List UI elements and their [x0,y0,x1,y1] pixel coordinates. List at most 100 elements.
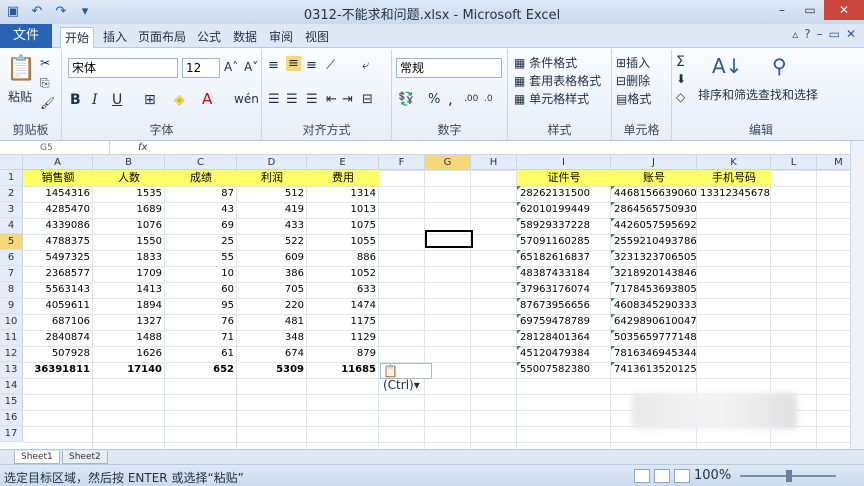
page-layout-view-icon[interactable] [654,469,670,483]
account-cell[interactable]: 2864565750930 [611,202,697,218]
row-header-15[interactable]: 15 [0,394,23,410]
data-cell[interactable]: 886 [307,250,379,266]
header-cell-k[interactable]: 手机号码 [697,170,771,186]
col-header-i[interactable]: I [517,155,611,170]
account-cell[interactable]: 2559210493786 [611,234,697,250]
data-cell[interactable]: 879 [307,346,379,362]
data-cell[interactable]: 36391811 [23,362,93,378]
data-cell[interactable]: 419 [237,202,307,218]
shrink-font-icon[interactable]: A˅ [244,60,258,74]
binoculars-icon[interactable]: ⚲ [772,54,787,78]
align-middle-icon[interactable]: ≡ [286,56,301,71]
col-header-f[interactable]: F [379,155,425,170]
account-cell[interactable]: 3218920143846 [611,266,697,282]
row-header-12[interactable]: 12 [0,346,23,362]
vertical-scrollbar[interactable] [850,141,864,449]
close-button[interactable]: ✕ [824,0,864,20]
col-header-d[interactable]: D [237,155,307,170]
increase-decimal-icon[interactable]: .00 [464,94,478,104]
sheet-tab-2[interactable]: Sheet2 [62,451,108,464]
paste-button[interactable]: 粘贴 [8,88,32,105]
account-cell[interactable]: 4608345290333 [611,298,697,314]
tab-page-layout[interactable]: 页面布局 [134,27,190,48]
data-cell[interactable]: 17140 [93,362,165,378]
id-cell[interactable]: 37963176074 [517,282,611,298]
data-cell[interactable]: 433 [237,218,307,234]
data-cell[interactable]: 1550 [93,234,165,250]
format-cells-button[interactable]: ▤格式 [616,90,651,107]
row-header-8[interactable]: 8 [0,282,23,298]
wb-restore-icon[interactable]: ▭ [829,27,840,41]
paste-options-button[interactable]: 📋(Ctrl)▾ [380,363,432,392]
normal-view-icon[interactable] [634,469,650,483]
align-top-icon[interactable]: ≡ [268,58,279,73]
grow-font-icon[interactable]: A˄ [224,60,238,74]
font-size-select[interactable]: 12 [182,58,220,78]
header-cell-i[interactable]: 证件号 [517,170,611,186]
data-cell[interactable]: 95 [165,298,237,314]
account-cell[interactable]: 7816346945344 [611,346,697,362]
indent-icon[interactable]: ⇤ [326,92,337,107]
tab-home[interactable]: 开始 [60,27,94,48]
row-header-11[interactable]: 11 [0,330,23,346]
data-cell[interactable]: 5497325 [23,250,93,266]
data-cell[interactable]: 609 [237,250,307,266]
id-cell[interactable]: 62010199449 [517,202,611,218]
data-cell[interactable]: 1052 [307,266,379,282]
data-cell[interactable]: 1474 [307,298,379,314]
data-cell[interactable]: 507928 [23,346,93,362]
row-header-6[interactable]: 6 [0,250,23,266]
data-cell[interactable]: 1689 [93,202,165,218]
data-cell[interactable]: 1488 [93,330,165,346]
account-cell[interactable]: 4426057595692 [611,218,697,234]
decrease-decimal-icon[interactable]: .0 [484,94,493,104]
account-cell[interactable]: 5035659777148 [611,330,697,346]
ribbon-minimize-icon[interactable]: ▵ [792,27,798,41]
data-cell[interactable]: 2368577 [23,266,93,282]
data-cell[interactable]: 87 [165,186,237,202]
currency-icon[interactable]: 💱 [398,92,414,107]
data-cell[interactable]: 705 [237,282,307,298]
id-cell[interactable]: 45120479384 [517,346,611,362]
data-cell[interactable]: 1327 [93,314,165,330]
data-cell[interactable]: 25 [165,234,237,250]
data-cell[interactable]: 55 [165,250,237,266]
data-cell[interactable]: 512 [237,186,307,202]
fx-icon[interactable]: fx [138,141,147,155]
id-cell[interactable]: 28128401364 [517,330,611,346]
data-cell[interactable]: 1076 [93,218,165,234]
col-header-l[interactable]: L [771,155,817,170]
sheet-tab-1[interactable]: Sheet1 [14,451,60,464]
data-cell[interactable]: 1833 [93,250,165,266]
account-cell[interactable]: 7178453693805 [611,282,697,298]
account-cell[interactable]: 3231323706505 [611,250,697,266]
id-cell[interactable]: 48387433184 [517,266,611,282]
page-break-view-icon[interactable] [674,469,690,483]
header-cell-d[interactable]: 利润 [237,170,307,186]
row-header-4[interactable]: 4 [0,218,23,234]
align-right-icon[interactable]: ☰ [306,92,318,107]
data-cell[interactable]: 61 [165,346,237,362]
data-cell[interactable]: 10 [165,266,237,282]
data-cell[interactable]: 386 [237,266,307,282]
id-cell[interactable]: 58929337228 [517,218,611,234]
data-cell[interactable]: 633 [307,282,379,298]
zoom-level[interactable]: 100% [694,468,731,483]
number-format-select[interactable]: 常规 [396,58,502,78]
row-header-9[interactable]: 9 [0,298,23,314]
row-header-10[interactable]: 10 [0,314,23,330]
maximize-button[interactable]: ▭ [796,0,824,20]
outdent-icon[interactable]: ⇥ [342,92,353,107]
header-cell-b[interactable]: 人数 [93,170,165,186]
align-center-icon[interactable]: ☰ [286,92,298,107]
phonetic-icon[interactable]: wén [234,92,259,106]
cut-icon[interactable]: ✂ [40,56,50,70]
align-left-icon[interactable]: ☰ [268,92,280,107]
data-cell[interactable]: 5309 [237,362,307,378]
font-color-icon[interactable]: A [202,90,212,108]
account-cell[interactable]: 4468156639060 [611,186,697,202]
row-header-7[interactable]: 7 [0,266,23,282]
data-cell[interactable]: 1454316 [23,186,93,202]
data-cell[interactable]: 220 [237,298,307,314]
id-cell[interactable]: 87673956656 [517,298,611,314]
